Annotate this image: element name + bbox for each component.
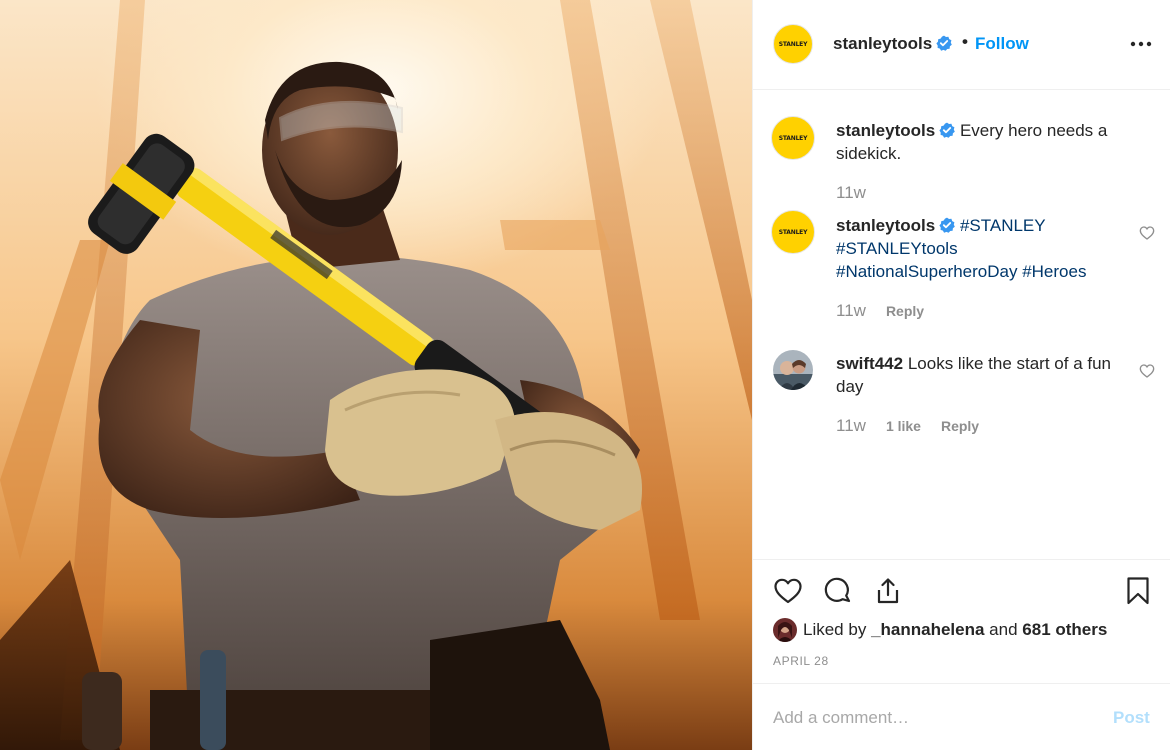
header-separator: • bbox=[962, 32, 968, 51]
author-username[interactable]: stanleytools bbox=[833, 34, 953, 54]
more-options-icon[interactable] bbox=[1129, 34, 1153, 54]
follow-button[interactable]: Follow bbox=[975, 34, 1029, 54]
author-username-text: stanleytools bbox=[833, 34, 933, 53]
share-icon[interactable] bbox=[873, 576, 903, 606]
post-photo[interactable] bbox=[0, 0, 752, 750]
hashtag-link[interactable]: #NationalSuperheroDay bbox=[836, 262, 1017, 281]
comment-input[interactable] bbox=[773, 704, 1093, 732]
avatar-logo-text: STANLEY bbox=[778, 40, 808, 48]
verified-badge-icon bbox=[936, 35, 953, 51]
comment-composer: Post bbox=[753, 683, 1170, 750]
hashtag-link[interactable]: #Heroes bbox=[1022, 262, 1086, 281]
reply-button[interactable]: Reply bbox=[886, 303, 924, 319]
verified-badge-icon bbox=[939, 122, 956, 138]
caption-text: stanleytools Every hero needs a sidekick… bbox=[836, 119, 1126, 165]
heart-icon[interactable] bbox=[773, 576, 803, 606]
hashtag-link[interactable]: #STANLEY bbox=[960, 216, 1045, 235]
likes-others-link[interactable]: 681 others bbox=[1022, 620, 1107, 640]
author-avatar[interactable]: STANLEY bbox=[773, 24, 813, 64]
caption-meta: 11w bbox=[836, 183, 866, 203]
comment-meta: 11w Reply bbox=[836, 301, 924, 321]
verified-badge-icon bbox=[939, 217, 956, 233]
likes-prefix: Liked by bbox=[803, 620, 867, 639]
liker-username[interactable]: _hannahelena bbox=[871, 620, 984, 640]
comments-list: STANLEY stanleytools Every hero needs a … bbox=[753, 91, 1170, 559]
post-header: STANLEY stanleytools • Follow bbox=[753, 0, 1170, 90]
comment-avatar[interactable] bbox=[773, 350, 813, 390]
comment-likes-count[interactable]: 1 like bbox=[886, 418, 921, 434]
comment-like-heart-icon[interactable] bbox=[1139, 363, 1155, 379]
likes-conjunction: and bbox=[989, 620, 1018, 639]
comment-bubble-icon[interactable] bbox=[823, 576, 853, 606]
comment-timestamp[interactable]: 11w bbox=[836, 416, 866, 436]
post-date[interactable]: APRIL 28 bbox=[773, 654, 829, 668]
avatar-logo-text: STANLEY bbox=[778, 134, 808, 142]
post-detail-panel: STANLEY stanleytools • Follow STANLEY st… bbox=[752, 0, 1170, 750]
liker-avatar[interactable] bbox=[773, 618, 797, 642]
comment-username[interactable]: swift442 bbox=[836, 354, 903, 373]
comment-text: stanleytools #STANLEY #STANLEYtools #Nat… bbox=[836, 214, 1126, 283]
post-comment-button[interactable]: Post bbox=[1113, 708, 1150, 728]
caption-timestamp[interactable]: 11w bbox=[836, 183, 866, 203]
comment-avatar[interactable]: STANLEY bbox=[771, 210, 815, 254]
avatar-logo-text: STANLEY bbox=[778, 228, 808, 236]
comment-like-heart-icon[interactable] bbox=[1139, 225, 1155, 241]
comment-text: swift442 Looks like the start of a fun d… bbox=[836, 352, 1126, 398]
user-photo bbox=[773, 350, 813, 390]
hashtag-link[interactable]: #STANLEYtools bbox=[836, 239, 958, 258]
post-actions: Liked by _hannahelena and 681 others APR… bbox=[753, 559, 1170, 683]
liker-photo bbox=[773, 618, 797, 642]
caption-avatar[interactable]: STANLEY bbox=[771, 116, 815, 160]
caption-username[interactable]: stanleytools bbox=[836, 121, 935, 140]
comment-meta: 11w 1 like Reply bbox=[836, 416, 979, 436]
photo-illustration bbox=[0, 0, 752, 750]
bookmark-icon[interactable] bbox=[1123, 576, 1153, 606]
likes-summary: Liked by _hannahelena and 681 others bbox=[773, 618, 1107, 642]
comment-timestamp[interactable]: 11w bbox=[836, 301, 866, 321]
comment-username[interactable]: stanleytools bbox=[836, 216, 935, 235]
reply-button[interactable]: Reply bbox=[941, 418, 979, 434]
